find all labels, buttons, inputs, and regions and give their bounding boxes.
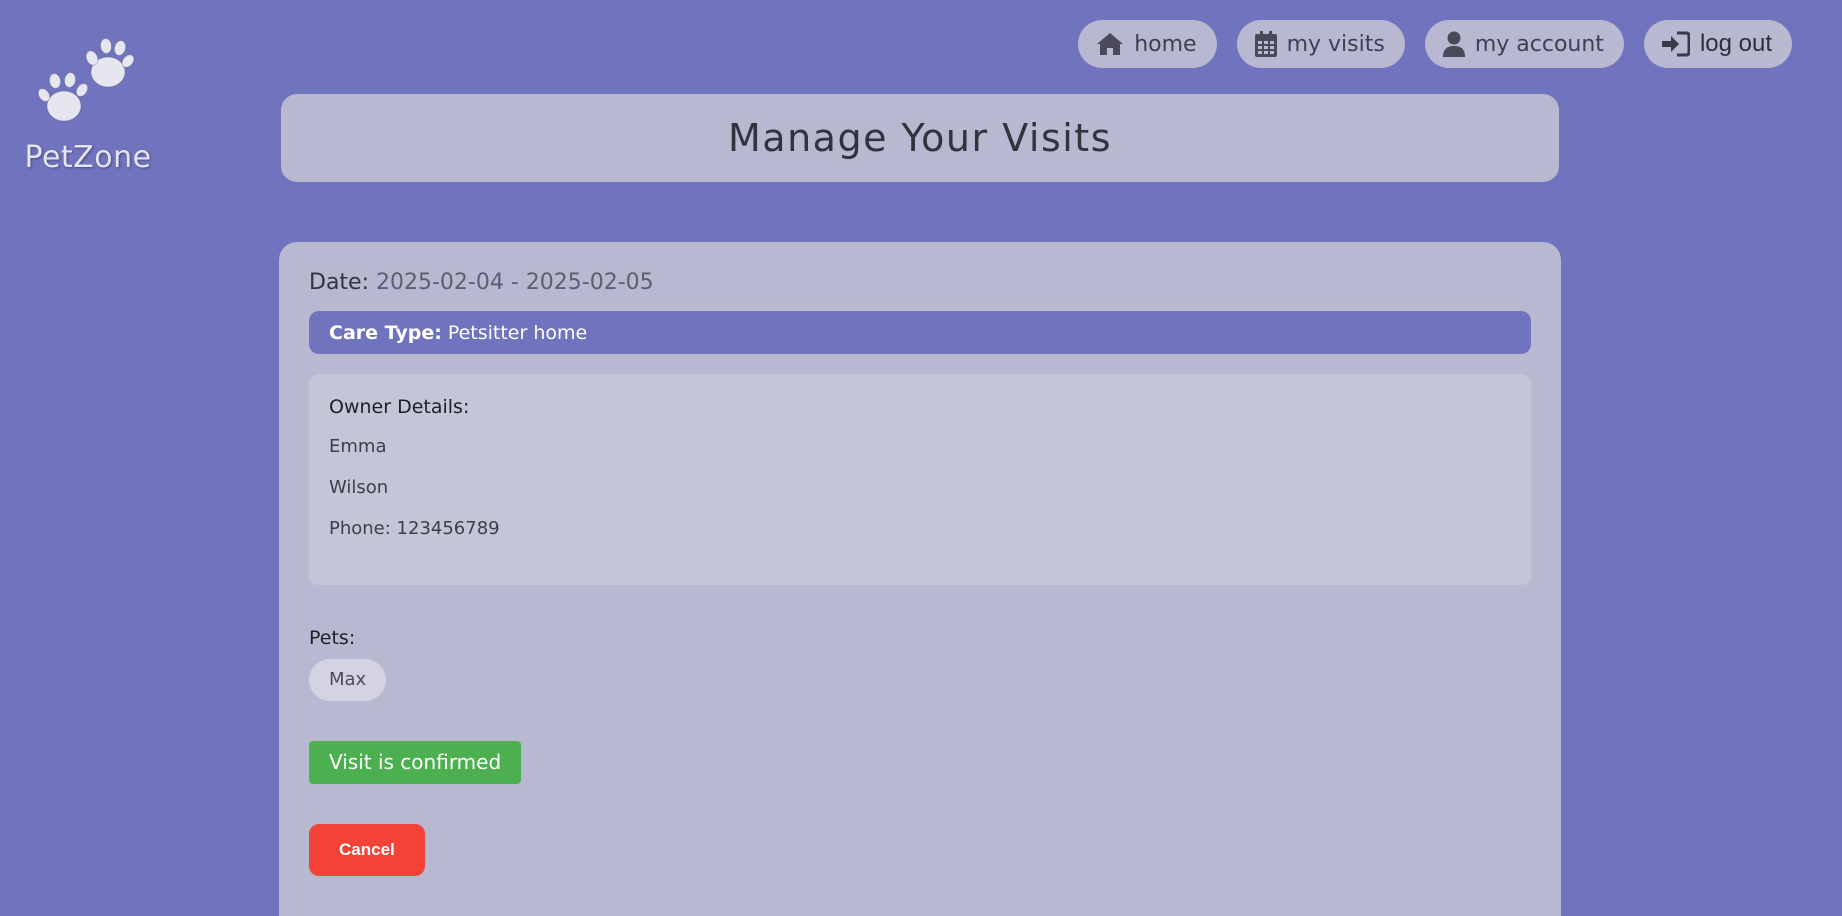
nav-my-visits-label: my visits bbox=[1286, 31, 1385, 57]
visit-date-label: Date: bbox=[309, 270, 369, 295]
page-title: Manage Your Visits bbox=[728, 116, 1112, 160]
nav-home-label: home bbox=[1134, 31, 1197, 57]
page-header: Manage Your Visits bbox=[281, 94, 1559, 182]
pets-label: Pets: bbox=[309, 627, 356, 649]
nav-my-account-button[interactable]: my account bbox=[1424, 20, 1624, 68]
calendar-icon bbox=[1254, 31, 1277, 57]
sign-in-icon bbox=[1661, 31, 1690, 57]
care-type-banner: Care Type: Petsitter home bbox=[309, 311, 1531, 354]
logo[interactable]: PetZone bbox=[18, 26, 158, 175]
cancel-button[interactable]: Cancel bbox=[309, 824, 425, 876]
owner-details-heading: Owner Details: bbox=[329, 396, 470, 418]
owner-phone: Phone: 123456789 bbox=[329, 518, 500, 539]
nav-my-visits-button[interactable]: my visits bbox=[1236, 20, 1405, 68]
user-icon bbox=[1442, 31, 1465, 57]
care-type-value: Petsitter home bbox=[447, 321, 588, 344]
visit-date-value: 2025-02-04 - 2025-02-05 bbox=[376, 270, 654, 295]
owner-last-name: Wilson bbox=[329, 477, 389, 498]
owner-first-name: Emma bbox=[329, 436, 387, 457]
owner-details: Owner Details: Emma Wilson Phone: 123456… bbox=[309, 374, 1531, 585]
top-nav: home my visits my account log out bbox=[1078, 20, 1792, 68]
visit-card: Date: 2025-02-04 - 2025-02-05 Care Type:… bbox=[279, 242, 1561, 916]
nav-log-out-button[interactable]: log out bbox=[1643, 20, 1792, 68]
paw-prints-icon bbox=[37, 38, 135, 122]
brand-name: PetZone bbox=[24, 140, 152, 175]
nav-my-account-label: my account bbox=[1474, 31, 1604, 57]
home-icon bbox=[1097, 33, 1124, 55]
care-type-label: Care Type: bbox=[329, 321, 442, 344]
status-badge: Visit is confirmed bbox=[309, 741, 522, 784]
pet-chip: Max bbox=[309, 659, 387, 701]
nav-home-button[interactable]: home bbox=[1078, 20, 1217, 68]
nav-log-out-label: log out bbox=[1699, 30, 1772, 57]
visit-date: Date: 2025-02-04 - 2025-02-05 bbox=[309, 270, 1531, 295]
